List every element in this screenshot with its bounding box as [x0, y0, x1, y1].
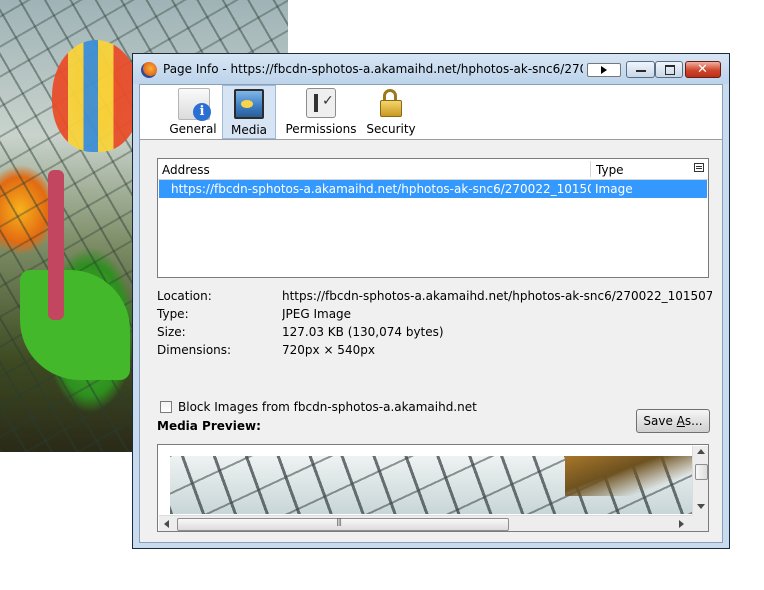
dialog-content: General Media Permissions Security Addre… [139, 84, 723, 543]
media-row-address: https://fbcdn-sphotos-a.akamaihd.net/hph… [171, 182, 591, 196]
title-bar[interactable]: Page Info - https://fbcdn-sphotos-a.akam… [133, 54, 729, 84]
tab-media[interactable]: Media [222, 85, 276, 139]
scrollbar-corner [692, 515, 708, 531]
permissions-icon [306, 88, 336, 118]
column-address[interactable]: Address [162, 163, 210, 177]
hot-air-balloon [52, 40, 140, 152]
pink-pole [48, 170, 64, 320]
minimize-icon [636, 70, 646, 72]
location-value: https://fbcdn-sphotos-a.akamaihd.net/hph… [282, 289, 712, 303]
column-type[interactable]: Type [596, 163, 624, 177]
type-value: JPEG Image [282, 307, 352, 321]
scroll-right-icon[interactable] [679, 520, 684, 528]
tab-media-label: Media [230, 123, 268, 137]
minimize-button[interactable] [626, 61, 655, 78]
location-row: Location: https://fbcdn-sphotos-a.akamai… [157, 289, 717, 305]
block-images-checkbox[interactable] [160, 401, 172, 413]
maximize-icon [665, 65, 675, 75]
tab-general[interactable]: General [168, 85, 218, 139]
tab-permissions-label: Permissions [285, 122, 357, 136]
size-value: 127.03 KB (130,074 bytes) [282, 325, 444, 339]
save-as-accelerator: A [676, 414, 685, 428]
window-title: Page Info - https://fbcdn-sphotos-a.akam… [163, 62, 583, 76]
dimensions-label: Dimensions: [157, 343, 232, 357]
close-button[interactable]: ✕ [685, 61, 721, 78]
dimensions-value: 720px × 540px [282, 343, 375, 357]
save-as-label-pre: Save [643, 414, 677, 428]
column-divider[interactable] [590, 161, 591, 177]
type-row: Type: JPEG Image [157, 307, 717, 323]
tab-permissions[interactable]: Permissions [282, 85, 360, 139]
page-info-dialog: Page Info - https://fbcdn-sphotos-a.akam… [132, 53, 730, 549]
media-list-header: Address Type [158, 159, 708, 180]
vertical-scroll-thumb[interactable] [695, 464, 708, 480]
dimensions-row: Dimensions: 720px × 540px [157, 343, 717, 359]
media-preview-label: Media Preview: [157, 419, 261, 433]
close-icon: ✕ [697, 62, 708, 77]
vertical-scrollbar[interactable] [692, 446, 708, 516]
title-overflow-arrow-icon[interactable] [587, 63, 621, 77]
horizontal-scrollbar[interactable] [159, 515, 692, 531]
scroll-down-icon[interactable] [697, 504, 705, 509]
tab-security-label: Security [366, 122, 416, 136]
scroll-up-icon[interactable] [697, 449, 705, 454]
scroll-left-icon[interactable] [164, 520, 169, 528]
save-as-label-post: s... [684, 414, 703, 428]
column-picker-icon[interactable] [694, 163, 704, 172]
type-label: Type: [157, 307, 189, 321]
preview-image [170, 456, 692, 514]
media-preview [157, 444, 709, 532]
size-row: Size: 127.03 KB (130,074 bytes) [157, 325, 717, 341]
info-icon [178, 88, 211, 121]
media-row[interactable]: https://fbcdn-sphotos-a.akamaihd.net/hph… [159, 180, 707, 198]
maximize-button[interactable] [655, 61, 683, 78]
save-as-button[interactable]: Save As... [636, 409, 710, 433]
tab-general-label: General [169, 122, 217, 136]
firefox-icon [141, 62, 157, 78]
horizontal-scroll-thumb[interactable] [177, 517, 509, 531]
lock-icon [376, 88, 406, 118]
tab-bar: General Media Permissions Security [140, 85, 722, 140]
size-label: Size: [157, 325, 186, 339]
media-icon [234, 89, 264, 119]
media-row-type: Image [595, 182, 633, 196]
location-label: Location: [157, 289, 212, 303]
media-list[interactable]: Address Type https://fbcdn-sphotos-a.aka… [157, 158, 709, 278]
block-images-label[interactable]: Block Images from fbcdn-sphotos-a.akamai… [178, 400, 477, 414]
tab-security[interactable]: Security [366, 85, 416, 139]
